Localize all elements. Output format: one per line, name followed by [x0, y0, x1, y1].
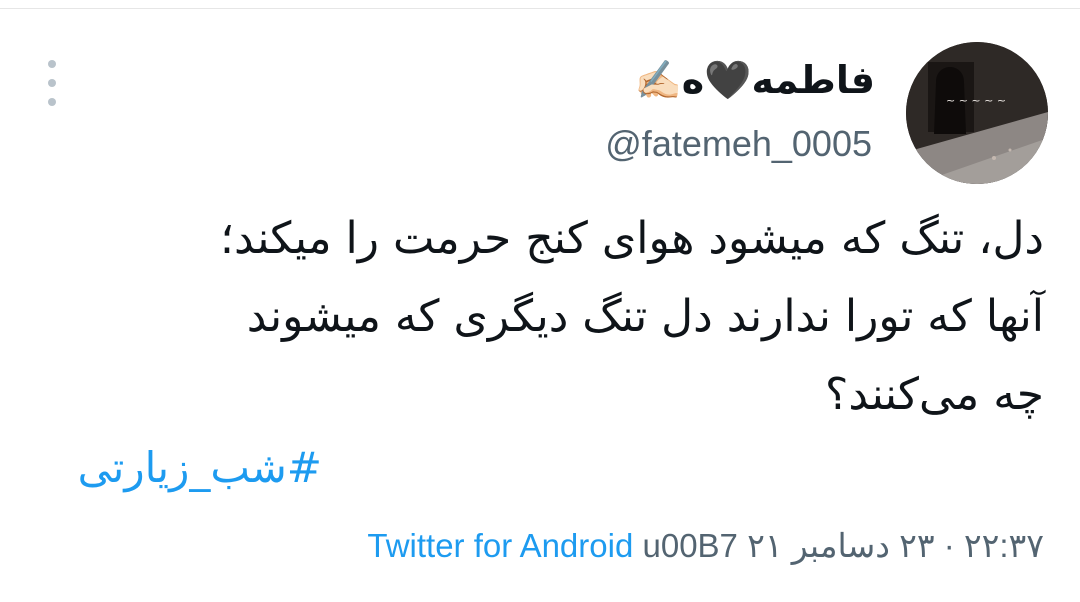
- tweet-meta: Twitter for Android u00B7 ۲۲:۳۷ · ۲۳ دسا…: [367, 522, 1044, 570]
- dot: [48, 98, 56, 106]
- timestamp[interactable]: ۲۲:۳۷ · ۲۳ دسامبر ۲۱: [747, 527, 1044, 564]
- tweet-card[interactable]: ~ ~ ~ ~ ~ فاطمه🖤ه✍🏻 @fatemeh_0005 دل، تن…: [0, 0, 1080, 602]
- display-name[interactable]: فاطمه🖤ه✍🏻: [634, 56, 875, 104]
- dot: [48, 79, 56, 87]
- tweet-text-line: آنها که تورا ندارند دل تنگ دیگری که میشو…: [246, 291, 1044, 342]
- separator: u00B7: [642, 527, 738, 564]
- dot: [48, 60, 56, 68]
- tweet-text-line: دل، تنگ که میشود هوای کنج حرمت را میکند؛: [220, 213, 1044, 264]
- source-link[interactable]: Twitter for Android: [367, 527, 633, 564]
- svg-text:~ ~ ~ ~ ~: ~ ~ ~ ~ ~: [946, 94, 1006, 107]
- tweet-text-line: چه می‌کنند؟: [825, 369, 1044, 420]
- tweet-text: دل، تنگ که میشود هوای کنج حرمت را میکند؛…: [34, 200, 1044, 434]
- more-vertical-icon[interactable]: [40, 60, 64, 106]
- user-handle[interactable]: @fatemeh_0005: [605, 120, 872, 168]
- avatar[interactable]: ~ ~ ~ ~ ~: [906, 42, 1048, 184]
- hashtag-link[interactable]: #شب_زیارتی: [78, 438, 322, 498]
